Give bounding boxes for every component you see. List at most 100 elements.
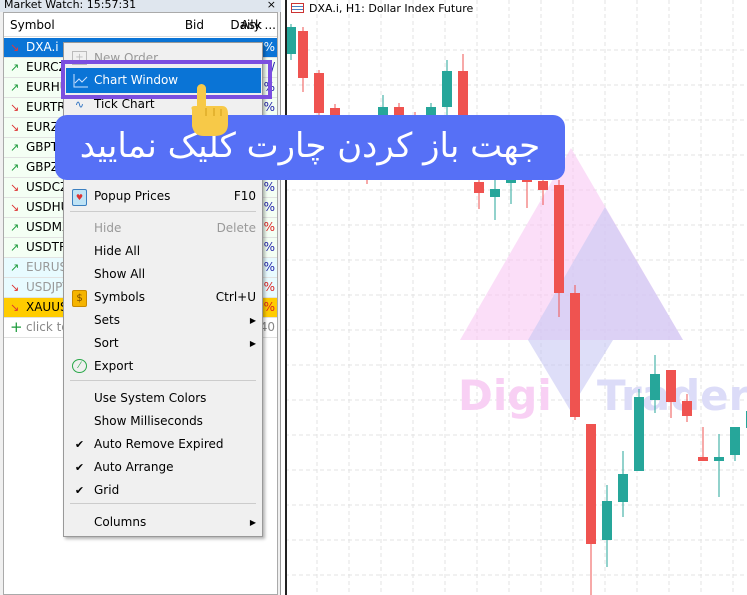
table-header: Symbol Bid Ask Daily ... xyxy=(4,13,277,37)
menu-item-sort[interactable]: Sort ▶ xyxy=(64,332,262,355)
menu-item-hide[interactable]: Hide Delete xyxy=(64,217,262,240)
checkmark-icon: ✔ xyxy=(74,461,85,474)
menu-item-auto-remove-expired[interactable]: ✔ Auto Remove Expired xyxy=(64,433,262,456)
symbol-name: XAUUS xyxy=(26,300,68,314)
column-daily[interactable]: Daily ... xyxy=(224,13,276,37)
candle-bearish xyxy=(698,457,708,461)
arrow-down-icon: ↘ xyxy=(10,201,20,214)
menu-item-label: Show Milliseconds xyxy=(94,414,203,428)
arrow-up-icon: ↗ xyxy=(10,61,20,74)
candle-bullish xyxy=(730,427,740,455)
panel-title: Market Watch: 15:57:31 xyxy=(4,0,137,11)
market-watch-title: Market Watch: 15:57:31 × xyxy=(0,0,281,12)
arrow-down-icon: ↘ xyxy=(10,121,20,134)
close-icon[interactable]: × xyxy=(267,0,276,10)
candle-bullish xyxy=(602,501,612,540)
daily-change: % xyxy=(263,260,275,274)
arrow-up-icon: ↗ xyxy=(10,221,20,234)
menu-item-label: Hide All xyxy=(94,244,141,258)
candle-bullish xyxy=(287,27,296,54)
candle-bearish xyxy=(570,293,580,417)
candle-bearish xyxy=(538,181,548,190)
menu-item-label: Symbols xyxy=(94,290,145,304)
daily-change: % xyxy=(263,200,275,214)
shortcut-label: Delete xyxy=(216,221,256,235)
tick-chart-icon: ∿ xyxy=(74,98,85,111)
export-icon: ⁄ xyxy=(72,359,87,374)
candle-bullish xyxy=(442,71,452,107)
dollar-icon: $ xyxy=(72,290,87,307)
candle-bullish xyxy=(634,397,644,471)
daily-change: % xyxy=(263,220,275,234)
arrow-up-icon: ↗ xyxy=(10,261,20,274)
menu-item-label: Sets xyxy=(94,313,120,327)
chart-icon xyxy=(73,74,88,88)
arrow-down-icon: ↘ xyxy=(10,281,20,294)
symbol-name: DXA.i xyxy=(26,40,59,54)
menu-item-label: Hide xyxy=(94,221,122,235)
plus-icon: + xyxy=(10,318,23,336)
column-symbol[interactable]: Symbol xyxy=(10,13,55,37)
candle-bearish xyxy=(298,31,308,78)
menu-item-label: Show All xyxy=(94,267,146,281)
candle-bearish xyxy=(682,401,692,416)
submenu-arrow-icon: ▶ xyxy=(249,316,256,325)
chart-window[interactable]: DigiTrader DXA.i, H1: Dollar Index Futur… xyxy=(285,0,747,595)
arrow-up-icon: ↗ xyxy=(10,161,20,174)
menu-separator xyxy=(70,211,256,212)
menu-item-use-system-colors[interactable]: Use System Colors xyxy=(64,387,262,410)
menu-item-columns[interactable]: Columns ▶ xyxy=(64,511,262,534)
menu-item-label: Grid xyxy=(94,483,120,497)
menu-item-show-all[interactable]: Show All xyxy=(64,263,262,286)
candle-bearish xyxy=(666,370,676,402)
chart-title: DXA.i, H1: Dollar Index Future xyxy=(291,2,473,16)
chart-title-text: DXA.i, H1: Dollar Index Future xyxy=(309,2,474,15)
menu-item-label: Auto Remove Expired xyxy=(94,437,224,451)
menu-item-show-milliseconds[interactable]: Show Milliseconds xyxy=(64,410,262,433)
popup-prices-icon: ♥ xyxy=(72,189,87,206)
shortcut-label: F10 xyxy=(233,189,256,203)
candle-bearish xyxy=(314,73,324,113)
daily-change: % xyxy=(263,180,275,194)
menu-item-label: Export xyxy=(94,359,134,373)
candle-bullish xyxy=(490,189,500,197)
menu-item-hide-all[interactable]: Hide All xyxy=(64,240,262,263)
menu-item-sets[interactable]: Sets ▶ xyxy=(64,309,262,332)
menu-item-label: Columns xyxy=(94,515,147,529)
menu-item-grid[interactable]: ✔ Grid xyxy=(64,479,262,502)
candle-bullish xyxy=(506,180,516,183)
symbol-name: USDCZ xyxy=(26,180,69,194)
menu-item-symbols[interactable]: $ Symbols Ctrl+U xyxy=(64,286,262,309)
menu-item-label: Use System Colors xyxy=(94,391,207,405)
arrow-up-icon: ↗ xyxy=(10,141,20,154)
pointing-hand-icon xyxy=(191,84,228,136)
menu-separator xyxy=(70,503,256,504)
arrow-down-icon: ↘ xyxy=(10,181,20,194)
daily-change: % xyxy=(263,280,275,294)
candle-bearish xyxy=(474,182,484,193)
candle-bearish xyxy=(586,424,596,544)
submenu-arrow-icon: ▶ xyxy=(249,518,256,527)
shortcut-label: Ctrl+U xyxy=(215,290,256,304)
arrow-up-icon: ↗ xyxy=(10,241,20,254)
menu-item-label: Chart Window xyxy=(94,73,179,87)
menu-item-label: Popup Prices xyxy=(94,189,171,203)
menu-item-label: Auto Arrange xyxy=(94,460,174,474)
candle-bearish xyxy=(458,71,468,115)
daily-change: % xyxy=(263,40,275,54)
candle-bullish xyxy=(618,474,628,502)
menu-item-auto-arrange[interactable]: ✔ Auto Arrange xyxy=(64,456,262,479)
arrow-down-icon: ↘ xyxy=(10,101,20,114)
instruction-banner: جهت باز کردن چارت کلیک نمایید xyxy=(55,115,565,180)
candle-bullish xyxy=(650,374,660,400)
candle-bearish xyxy=(554,185,564,293)
candle-bullish xyxy=(714,457,724,461)
menu-separator xyxy=(70,380,256,381)
arrow-down-icon: ↘ xyxy=(10,301,20,314)
menu-item-export[interactable]: ⁄ Export xyxy=(64,355,262,378)
candlestick-chart: DigiTrader xyxy=(287,0,747,595)
submenu-arrow-icon: ▶ xyxy=(249,339,256,348)
daily-change: % xyxy=(263,300,275,314)
arrow-down-icon: ↘ xyxy=(10,41,20,54)
menu-item-popup-prices[interactable]: ♥ Popup Prices F10 xyxy=(64,185,262,208)
